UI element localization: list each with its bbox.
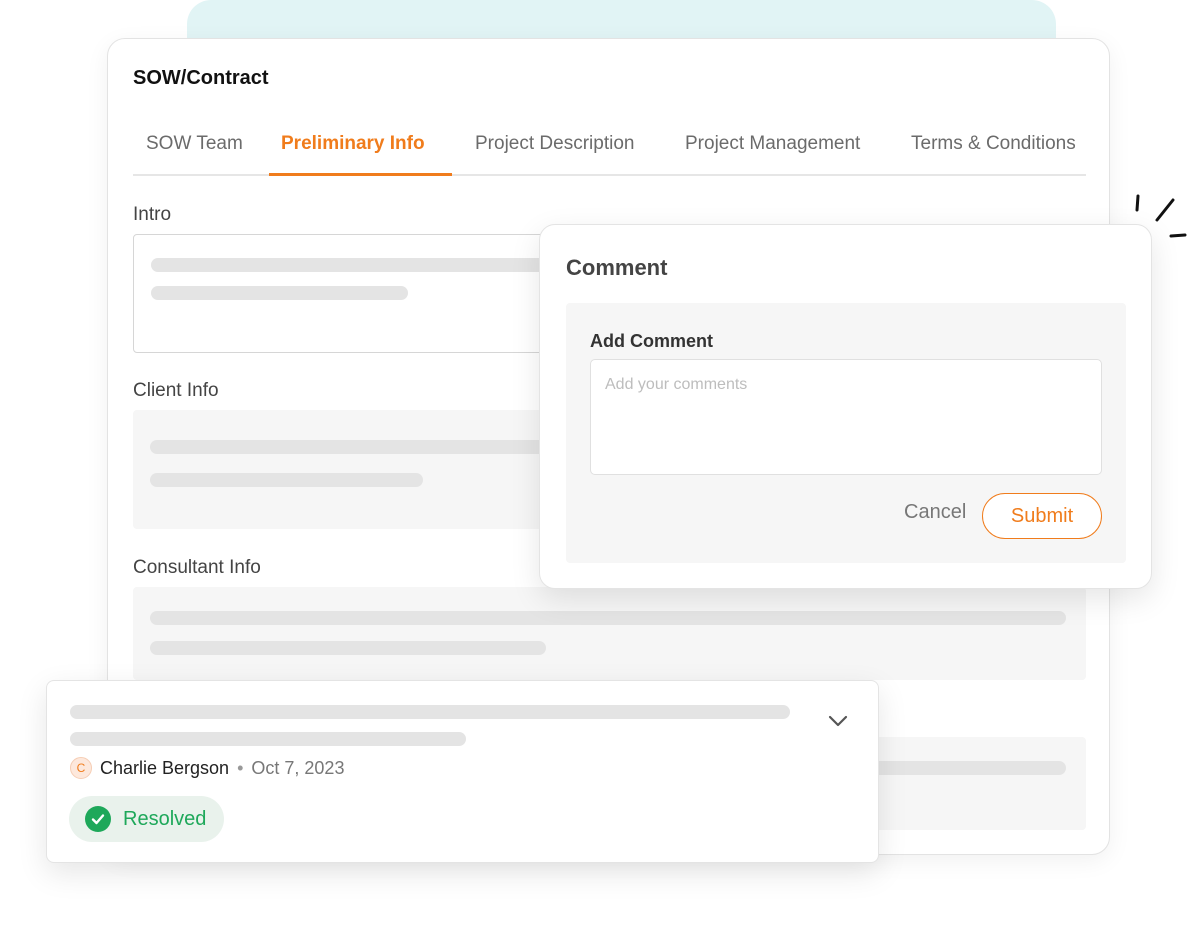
consultant-info-label: Consultant Info	[133, 557, 261, 578]
tab-sow-team[interactable]: SOW Team	[146, 133, 243, 155]
avatar: C	[70, 757, 92, 779]
skeleton-line	[70, 705, 790, 719]
skeleton-line	[151, 286, 408, 300]
submit-button[interactable]: Submit	[982, 493, 1102, 539]
comment-form: Add Comment Cancel Submit	[566, 303, 1126, 563]
tab-project-description[interactable]: Project Description	[475, 133, 634, 155]
skeleton-line	[150, 641, 546, 655]
comment-meta: C Charlie Bergson • Oct 7, 2023	[70, 757, 344, 779]
check-circle-icon	[85, 806, 111, 832]
skeleton-line	[70, 732, 466, 746]
comment-date: Oct 7, 2023	[251, 757, 345, 778]
add-comment-label: Add Comment	[590, 331, 713, 351]
cancel-button[interactable]: Cancel	[904, 501, 966, 524]
status-label: Resolved	[123, 807, 207, 830]
tab-terms-conditions[interactable]: Terms & Conditions	[911, 133, 1076, 155]
client-info-label: Client Info	[133, 380, 219, 401]
tab-project-management[interactable]: Project Management	[685, 133, 860, 155]
status-badge: Resolved	[69, 796, 225, 842]
comment-popup: Comment Add Comment Cancel Submit	[539, 224, 1152, 589]
card-title: SOW/Contract	[133, 67, 269, 89]
comment-thread-card[interactable]: C Charlie Bergson • Oct 7, 2023 Resolved	[46, 680, 879, 863]
consultant-info-field[interactable]	[133, 587, 1086, 680]
chevron-down-icon[interactable]	[827, 713, 849, 729]
skeleton-line	[150, 611, 1066, 625]
author-name: Charlie Bergson	[100, 757, 230, 778]
tab-preliminary-info[interactable]: Preliminary Info	[281, 133, 425, 155]
meta-separator: •	[237, 757, 244, 778]
comment-input[interactable]	[590, 359, 1102, 475]
active-tab-indicator	[269, 173, 452, 176]
tab-bar: SOW Team Preliminary Info Project Descri…	[133, 123, 1086, 176]
popup-title: Comment	[566, 255, 668, 280]
skeleton-line	[150, 473, 423, 487]
intro-label: Intro	[133, 204, 172, 225]
sparkle-decoration-icon	[1135, 194, 1187, 238]
